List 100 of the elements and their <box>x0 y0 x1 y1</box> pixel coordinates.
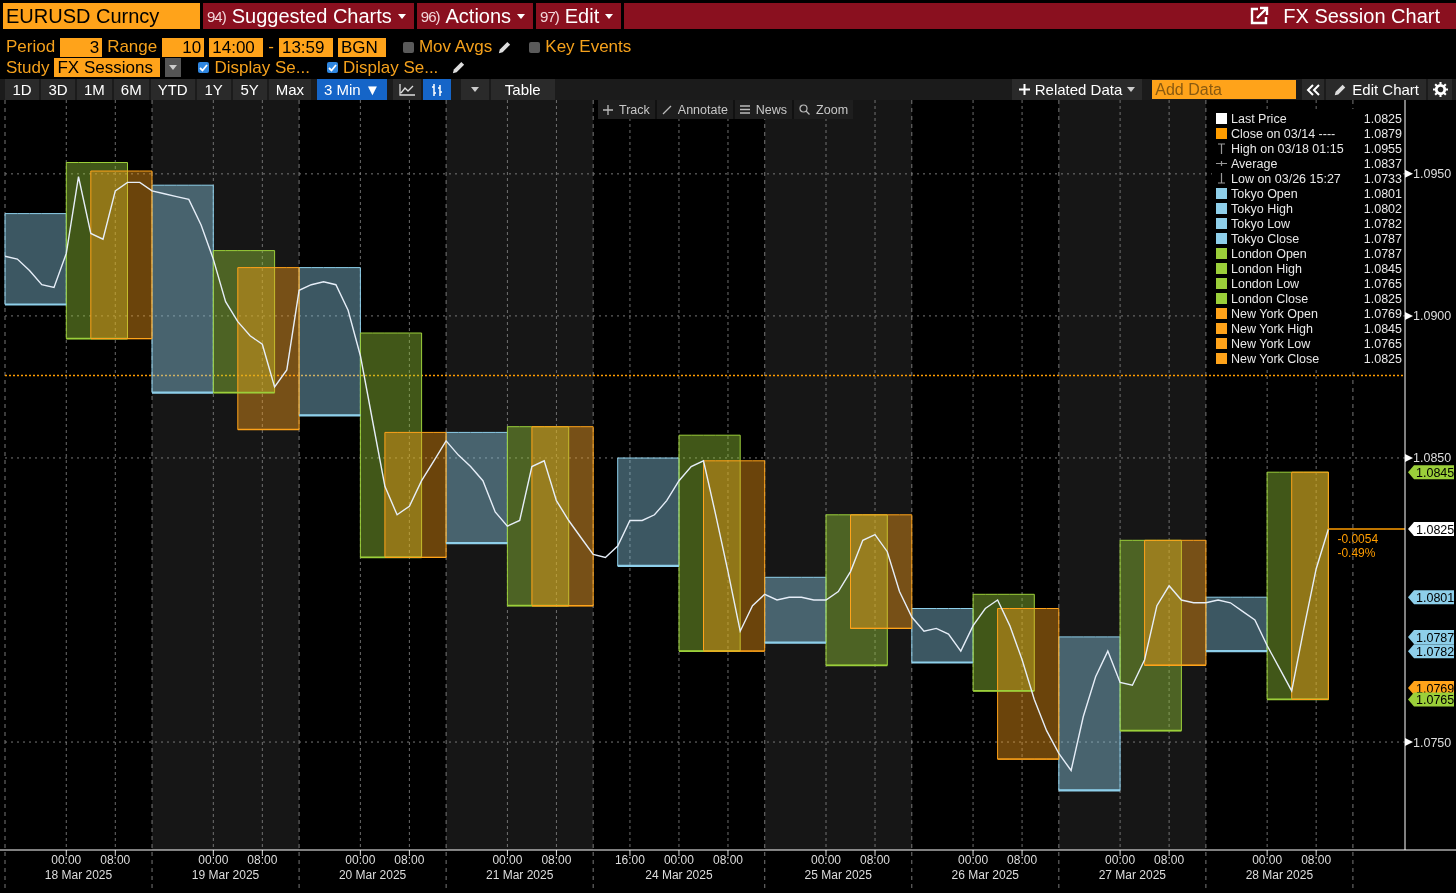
start-time-field[interactable]: 14:00 <box>209 37 264 57</box>
chart-tool-button[interactable]: Zoom <box>794 100 854 119</box>
range-button[interactable]: YTD <box>150 79 195 100</box>
checkbox[interactable] <box>326 62 338 74</box>
period-field[interactable]: 3 <box>60 37 103 57</box>
session-low-line <box>1143 664 1207 666</box>
low-marker-icon <box>1216 173 1227 184</box>
legend-value: 1.0733 <box>1363 171 1402 186</box>
line-chart-icon <box>398 83 415 96</box>
y-tick-label: 1.0750 <box>1413 735 1452 750</box>
range-button[interactable]: 1Y <box>196 79 231 100</box>
checkbox-label: Display Se... <box>342 57 439 78</box>
table-button[interactable]: Table <box>490 79 555 100</box>
checkbox[interactable] <box>198 62 210 74</box>
range-field[interactable]: 10 <box>162 37 205 57</box>
session-low-line <box>5 303 67 306</box>
checkbox[interactable] <box>402 41 414 53</box>
range-button[interactable]: Max <box>268 79 312 100</box>
price-tag: 1.0825 <box>1408 522 1455 537</box>
search-icon <box>799 104 811 115</box>
plus-icon <box>1018 84 1030 95</box>
session-low-line <box>996 758 1060 760</box>
menu-button[interactable]: 94) Suggested Charts <box>203 3 414 29</box>
chart-tool-button[interactable]: Annotate <box>656 100 733 119</box>
legend-label: London High <box>1231 261 1303 276</box>
separator-text: - <box>268 37 274 58</box>
session-low-line <box>849 627 913 630</box>
legend-value: 1.0765 <box>1363 276 1402 291</box>
time-label: 16:00 <box>614 853 645 867</box>
dropdown-button[interactable] <box>165 58 182 78</box>
legend-value: 1.0787 <box>1363 231 1402 246</box>
double-chevron-left-icon <box>1306 83 1321 96</box>
time-label: 08:00 <box>1007 853 1038 867</box>
session-low-line <box>764 641 826 644</box>
add-data-field[interactable]: Add Data <box>1152 80 1297 99</box>
mode-field[interactable]: BGN <box>337 37 386 57</box>
time-label: 08:00 <box>860 853 891 867</box>
security-field[interactable]: EURUSD Curncy <box>3 3 200 29</box>
time-label: 08:00 <box>712 853 743 867</box>
legend-label: Tokyo Low <box>1231 216 1292 231</box>
bar-chart-icon <box>429 82 444 97</box>
list-icon <box>739 105 750 114</box>
caret-icon <box>397 13 406 19</box>
legend-label: Tokyo High <box>1231 201 1294 216</box>
time-label: 08:00 <box>1301 853 1332 867</box>
y-tick-label: 1.0950 <box>1413 167 1452 182</box>
legend-label: Tokyo Open <box>1231 186 1299 201</box>
pen-icon <box>661 104 672 115</box>
chart-tool-button[interactable]: Track <box>598 100 655 119</box>
session-low-line <box>446 542 508 545</box>
legend-value: 1.0879 <box>1363 126 1402 141</box>
caret-icon <box>517 13 526 19</box>
chart-type-button[interactable] <box>422 79 451 100</box>
checkbox[interactable] <box>529 41 541 53</box>
range-button[interactable]: 3D <box>41 79 75 100</box>
legend-label: New York Low <box>1231 336 1312 351</box>
settings-button[interactable] <box>1428 79 1452 100</box>
pencil-icon[interactable] <box>497 39 513 55</box>
legend-label: High on 03/18 01:15 <box>1231 141 1345 156</box>
frequency-dropdown[interactable]: 3 Min ▼ <box>317 79 387 100</box>
date-label: 28 Mar 2025 <box>1245 868 1314 882</box>
chart-type-button[interactable] <box>392 79 421 100</box>
session-low-line <box>299 414 361 417</box>
menu-button[interactable]: 96) Actions <box>416 3 534 29</box>
range-button[interactable]: 5Y <box>232 79 267 100</box>
date-label: 20 Mar 2025 <box>338 868 407 882</box>
chart-tool-button[interactable]: News <box>734 100 793 119</box>
legend-label: London Low <box>1231 276 1301 291</box>
related-data-button[interactable]: Related Data <box>1011 79 1143 100</box>
range-button[interactable]: 1M <box>77 79 112 100</box>
range-button[interactable]: 6M <box>113 79 149 100</box>
time-label: 00:00 <box>1252 853 1283 867</box>
dropdown-button[interactable] <box>460 79 489 100</box>
field-label: Study <box>6 57 50 78</box>
edit-chart-button[interactable]: Edit Chart <box>1326 79 1426 100</box>
menu-button[interactable]: 97) Edit <box>536 3 622 29</box>
collapse-button[interactable] <box>1302 79 1325 100</box>
settings-icon <box>1432 82 1448 97</box>
price-tag: 1.0782 <box>1408 644 1455 660</box>
legend-value: 1.0825 <box>1363 111 1402 126</box>
price-tag: 1.0765 <box>1408 692 1455 708</box>
export-icon[interactable] <box>1249 6 1270 26</box>
legend-value: 1.0765 <box>1363 336 1402 351</box>
legend-value: 1.0782 <box>1363 216 1402 231</box>
range-button[interactable]: 1D <box>5 79 39 100</box>
legend-label: New York Open <box>1231 306 1319 321</box>
pencil-icon[interactable] <box>451 60 467 76</box>
study-field[interactable]: FX Sessions <box>54 58 161 78</box>
end-time-field[interactable]: 13:59 <box>278 37 333 57</box>
legend-label: Tokyo Close <box>1231 231 1301 246</box>
session-low-line <box>825 664 889 667</box>
legend-label: Close on 03/14 ---- <box>1231 126 1337 141</box>
y-axis-label: 1.0950 <box>1405 167 1452 182</box>
legend-value: 1.0845 <box>1363 321 1402 336</box>
y-axis-label: 1.0850 <box>1405 451 1452 466</box>
price-tag: 1.0787 <box>1408 629 1455 645</box>
session-low-line <box>1119 729 1183 732</box>
time-label: 00:00 <box>51 853 82 867</box>
pencil-icon[interactable] <box>1333 82 1348 97</box>
date-label: 21 Mar 2025 <box>485 868 554 882</box>
